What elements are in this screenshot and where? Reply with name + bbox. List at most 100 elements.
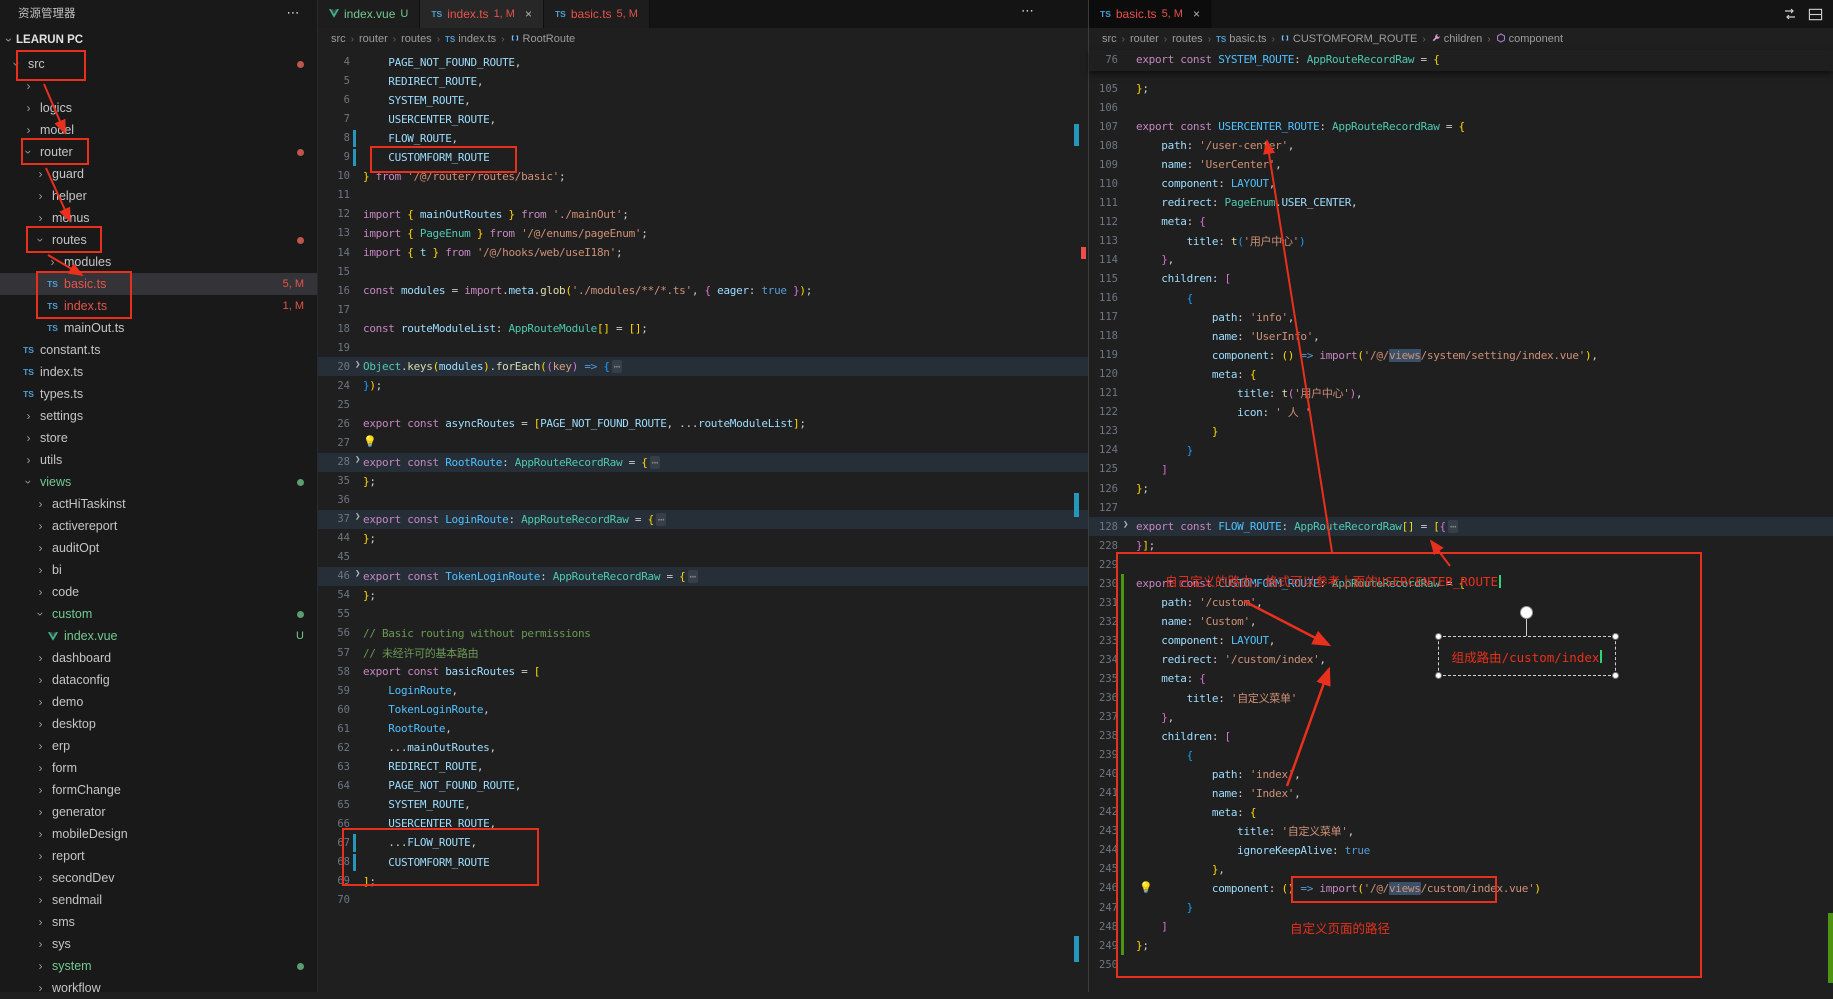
- breadcrumb-item-src[interactable]: src: [331, 33, 346, 45]
- code-line-105[interactable]: 105};: [1089, 79, 1833, 98]
- sidebar-item-guard[interactable]: ›guard: [0, 163, 317, 185]
- code-line-233[interactable]: 233 component: LAYOUT,: [1089, 631, 1833, 650]
- sidebar-item-settings[interactable]: ›settings: [0, 405, 317, 427]
- code-line-24[interactable]: 24});: [318, 376, 1088, 395]
- code-line-69[interactable]: 69];: [318, 872, 1088, 891]
- sidebar-item-dataconfig[interactable]: ›dataconfig: [0, 669, 317, 691]
- code-editor-index-ts[interactable]: 3import {4 PAGE_NOT_FOUND_ROUTE,5 REDIRE…: [318, 50, 1088, 992]
- code-line-68[interactable]: 68 CUSTOMFORM_ROUTE: [318, 853, 1088, 872]
- lightbulb-icon[interactable]: 💡: [1139, 881, 1152, 894]
- sidebar-item-model[interactable]: ›model: [0, 119, 317, 141]
- sidebar-item-mainOut.ts[interactable]: TSmainOut.ts: [0, 317, 317, 339]
- code-line-57[interactable]: 57// 未经许可的基本路由: [318, 643, 1088, 662]
- sidebar-item-generator[interactable]: ›generator: [0, 801, 317, 823]
- sidebar-item-auditOpt[interactable]: ›auditOpt: [0, 537, 317, 559]
- code-line-234[interactable]: 234 redirect: '/custom/index',: [1089, 650, 1833, 669]
- breadcrumb-item-routes[interactable]: routes: [1172, 33, 1203, 45]
- breadcrumb-item-routes[interactable]: routes: [401, 33, 432, 45]
- code-line-27[interactable]: 27💡: [318, 433, 1088, 452]
- sidebar-item-index.ts[interactable]: TSindex.ts1, M: [0, 295, 317, 317]
- code-line-114[interactable]: 114 },: [1089, 250, 1833, 269]
- sidebar-item-system[interactable]: ›system: [0, 955, 317, 977]
- code-line-60[interactable]: 60 TokenLoginRoute,: [318, 700, 1088, 719]
- code-line-229[interactable]: 229: [1089, 555, 1833, 574]
- sidebar-item-actHiTaskinst[interactable]: ›actHiTaskinst: [0, 493, 317, 515]
- sidebar-item-index.ts[interactable]: TSindex.ts: [0, 361, 317, 383]
- code-line-54[interactable]: 54};: [318, 586, 1088, 605]
- code-line-112[interactable]: 112 meta: {: [1089, 212, 1833, 231]
- workspace-root[interactable]: › LEARUN PC: [0, 26, 317, 53]
- code-line-17[interactable]: 17: [318, 300, 1088, 319]
- code-line-126[interactable]: 126};: [1089, 479, 1833, 498]
- code-line-238[interactable]: 238 children: [: [1089, 727, 1833, 746]
- code-line-8[interactable]: 8 FLOW_ROUTE,: [318, 129, 1088, 148]
- breadcrumb-item-src[interactable]: src: [1102, 33, 1117, 45]
- code-line-26[interactable]: 26export const asyncRoutes = [PAGE_NOT_F…: [318, 414, 1088, 433]
- code-line-115[interactable]: 115 children: [: [1089, 269, 1833, 288]
- sidebar-item-workflow[interactable]: ›workflow: [0, 977, 317, 999]
- breadcrumb-item-router[interactable]: router: [1130, 33, 1159, 45]
- sidebar-item-views[interactable]: ›views: [0, 471, 317, 493]
- code-line-245[interactable]: 245 },: [1089, 860, 1833, 879]
- sidebar-item-constant.ts[interactable]: TSconstant.ts: [0, 339, 317, 361]
- sidebar-item-sys[interactable]: ›sys: [0, 933, 317, 955]
- tab-index.ts[interactable]: TSindex.ts1, M×: [420, 0, 544, 28]
- code-line-246[interactable]: 246 component: () => import('/@/views/cu…: [1089, 879, 1833, 898]
- open-changes-icon[interactable]: [1782, 6, 1798, 22]
- sidebar-item-custom[interactable]: ›custom: [0, 603, 317, 625]
- code-line-231[interactable]: 231 path: '/custom',: [1089, 593, 1833, 612]
- code-line-6[interactable]: 6 SYSTEM_ROUTE,: [318, 91, 1088, 110]
- sidebar-item-modules[interactable]: ›modules: [0, 251, 317, 273]
- sidebar-item-basic.ts[interactable]: TSbasic.ts5, M: [0, 273, 317, 295]
- sidebar-item-report[interactable]: ›report: [0, 845, 317, 867]
- fold-chevron-icon[interactable]: ❯: [355, 569, 360, 579]
- code-line-116[interactable]: 116 {: [1089, 289, 1833, 308]
- code-line-239[interactable]: 239 {: [1089, 746, 1833, 765]
- sidebar-item-src[interactable]: ›src: [0, 53, 317, 75]
- code-line-46[interactable]: 46❯export const TokenLoginRoute: AppRout…: [318, 567, 1088, 586]
- split-editor-icon[interactable]: [1808, 7, 1823, 22]
- code-line-35[interactable]: 35};: [318, 472, 1088, 491]
- sidebar-item-erp[interactable]: ›erp: [0, 735, 317, 757]
- code-line-108[interactable]: 108 path: '/user-center',: [1089, 136, 1833, 155]
- code-line-247[interactable]: 247 }: [1089, 898, 1833, 917]
- code-line-37[interactable]: 37❯export const LoginRoute: AppRouteReco…: [318, 510, 1088, 529]
- code-line-110[interactable]: 110 component: LAYOUT,: [1089, 174, 1833, 193]
- sidebar-item-mobileDesign[interactable]: ›mobileDesign: [0, 823, 317, 845]
- code-line-15[interactable]: 15: [318, 262, 1088, 281]
- code-line-16[interactable]: 16const modules = import.meta.glob('./mo…: [318, 281, 1088, 300]
- breadcrumb-item-RootRoute[interactable]: RootRoute: [510, 33, 576, 46]
- tab-basic.ts[interactable]: TSbasic.ts5, M×: [1089, 0, 1212, 28]
- code-line-4[interactable]: 4 PAGE_NOT_FOUND_ROUTE,: [318, 53, 1088, 72]
- code-line-18[interactable]: 18const routeModuleList: AppRouteModule[…: [318, 319, 1088, 338]
- code-line-243[interactable]: 243 title: '自定义菜单',: [1089, 822, 1833, 841]
- code-line-59[interactable]: 59 LoginRoute,: [318, 681, 1088, 700]
- sidebar-item-hidden[interactable]: ›: [0, 75, 317, 97]
- sidebar-item-secondDev[interactable]: ›secondDev: [0, 867, 317, 889]
- breadcrumb-item-children[interactable]: children: [1431, 33, 1483, 46]
- code-line-128[interactable]: 128❯export const FLOW_ROUTE: AppRouteRec…: [1089, 517, 1833, 536]
- code-line-232[interactable]: 232 name: 'Custom',: [1089, 612, 1833, 631]
- sidebar-item-bi[interactable]: ›bi: [0, 559, 317, 581]
- code-line-66[interactable]: 66 USERCENTER_ROUTE,: [318, 814, 1088, 833]
- more-actions-icon[interactable]: ⋯: [287, 5, 302, 21]
- sidebar-item-form[interactable]: ›form: [0, 757, 317, 779]
- code-line-248[interactable]: 248 ]: [1089, 917, 1833, 936]
- code-line-107[interactable]: 107export const USERCENTER_ROUTE: AppRou…: [1089, 117, 1833, 136]
- code-line-7[interactable]: 7 USERCENTER_ROUTE,: [318, 110, 1088, 129]
- code-line-70[interactable]: 70: [318, 891, 1088, 910]
- breadcrumb-item-index.ts[interactable]: TSindex.ts: [445, 33, 496, 45]
- code-line-127[interactable]: 127: [1089, 498, 1833, 517]
- code-line-62[interactable]: 62 ...mainOutRoutes,: [318, 738, 1088, 757]
- sidebar-item-router[interactable]: ›router: [0, 141, 317, 163]
- editor-actions-icon[interactable]: ⋯: [1021, 3, 1036, 19]
- code-line-235[interactable]: 235 meta: {: [1089, 669, 1833, 688]
- code-line-244[interactable]: 244 ignoreKeepAlive: true: [1089, 841, 1833, 860]
- code-line-122[interactable]: 122 icon: ' 人 ': [1089, 403, 1833, 422]
- breadcrumb-item-component[interactable]: component: [1496, 33, 1563, 46]
- sidebar-item-routes[interactable]: ›routes: [0, 229, 317, 251]
- code-line-240[interactable]: 240 path: 'index',: [1089, 765, 1833, 784]
- code-line-111[interactable]: 111 redirect: PageEnum.USER_CENTER,: [1089, 193, 1833, 212]
- code-line-125[interactable]: 125 ]: [1089, 460, 1833, 479]
- sidebar-item-formChange[interactable]: ›formChange: [0, 779, 317, 801]
